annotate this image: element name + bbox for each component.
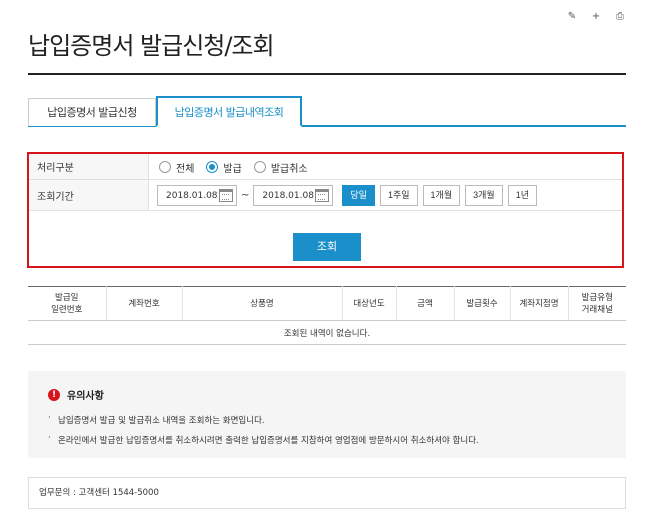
- radio-issue[interactable]: 발급: [206, 160, 242, 175]
- utility-icons: ✎ + ⎙: [566, 11, 626, 23]
- search-panel: 처리구분 전체 발급 발급취소 조회기간 2018.01.08 ~ 2018.0…: [27, 152, 624, 268]
- radio-cancel[interactable]: 발급취소: [253, 160, 308, 175]
- page-title: 납입증명서 발급신청/조회: [28, 32, 275, 60]
- col-account-number: 계좌번호: [105, 286, 182, 321]
- period-row: 조회기간 2018.01.08 ~ 2018.01.08 당일 1주일 1개월 …: [29, 180, 622, 211]
- notice-item: 납입증명서 발급 및 발급취소 내역을 조회하는 화면입니다.: [48, 413, 606, 426]
- radio-cancel-label: 발급취소: [270, 163, 308, 175]
- alert-icon: !: [48, 388, 60, 401]
- col-issue-type-channel: 발급유형 거래채널: [567, 286, 626, 321]
- radio-issue-label: 발급: [223, 163, 242, 175]
- date-to-input[interactable]: 2018.01.08: [253, 185, 334, 206]
- col-target-year: 대상년도: [341, 286, 396, 321]
- col-branch-name: 계좌지점명: [509, 286, 568, 321]
- radio-cancel-circle[interactable]: [253, 161, 266, 173]
- empty-message: 조회된 내역이 없습니다.: [28, 320, 626, 345]
- table-row: 조회된 내역이 없습니다.: [28, 320, 626, 345]
- date-from-value: 2018.01.08: [166, 190, 218, 201]
- calendar-icon[interactable]: [219, 189, 233, 202]
- date-separator: ~: [241, 190, 250, 201]
- title-divider: [28, 73, 626, 75]
- edit-icon[interactable]: ✎: [566, 11, 578, 23]
- tab-issue-history[interactable]: 납입증명서 발급내역조회: [156, 96, 302, 127]
- period-label: 조회기간: [29, 180, 149, 210]
- tab-bar: 납입증명서 발급신청 납입증명서 발급내역조회: [28, 96, 626, 127]
- type-radio-group: 전체 발급 발급취소: [159, 154, 308, 180]
- radio-all[interactable]: 전체: [159, 160, 194, 175]
- date-to-value: 2018.01.08: [262, 190, 314, 201]
- type-label: 처리구분: [29, 154, 149, 179]
- col-amount: 금액: [395, 286, 454, 321]
- add-icon[interactable]: +: [590, 11, 602, 23]
- notice-item: 온라인에서 발급한 납입증명서를 취소하시려면 출력한 납입증명서를 지참하여 …: [48, 433, 606, 446]
- tab-issue-request[interactable]: 납입증명서 발급신청: [28, 98, 156, 126]
- period-1week-button[interactable]: 1주일: [379, 185, 418, 206]
- table-header-row: 발급일 일련번호 계좌번호 상품명 대상년도 금액 발급횟수 계좌지점명 발급유형…: [28, 286, 626, 321]
- history-table: 발급일 일련번호 계좌번호 상품명 대상년도 금액 발급횟수 계좌지점명 발급유형…: [28, 286, 626, 345]
- period-button-group: 당일 1주일 1개월 3개월 1년: [337, 185, 537, 206]
- calendar-icon[interactable]: [315, 189, 330, 202]
- notice-title: ! 유의사항: [48, 387, 606, 402]
- notice-title-text: 유의사항: [67, 391, 104, 402]
- type-row: 처리구분 전체 발급 발급취소: [29, 154, 622, 180]
- contact-info: 업무문의 : 고객센터 1544-5000: [28, 477, 626, 509]
- search-button[interactable]: 조회: [293, 233, 361, 261]
- date-from-input[interactable]: 2018.01.08: [157, 185, 237, 206]
- notice-box: ! 유의사항 납입증명서 발급 및 발급취소 내역을 조회하는 화면입니다. 온…: [28, 371, 626, 458]
- period-1year-button[interactable]: 1년: [507, 185, 537, 206]
- radio-all-circle[interactable]: [159, 161, 171, 173]
- col-issue-count: 발급횟수: [453, 286, 510, 321]
- col-product-name: 상품명: [181, 286, 342, 321]
- period-today-button[interactable]: 당일: [342, 185, 375, 206]
- period-3month-button[interactable]: 3개월: [465, 185, 503, 206]
- radio-all-label: 전체: [176, 163, 195, 175]
- col-issue-date-serial: 발급일 일련번호: [28, 286, 106, 321]
- print-icon[interactable]: ⎙: [614, 11, 626, 23]
- period-1month-button[interactable]: 1개월: [422, 185, 461, 206]
- radio-issue-circle[interactable]: [206, 161, 219, 173]
- date-range: 2018.01.08 ~ 2018.01.08 당일 1주일 1개월 3개월 1…: [157, 185, 537, 206]
- notice-list: 납입증명서 발급 및 발급취소 내역을 조회하는 화면입니다. 온라인에서 발급…: [48, 413, 606, 446]
